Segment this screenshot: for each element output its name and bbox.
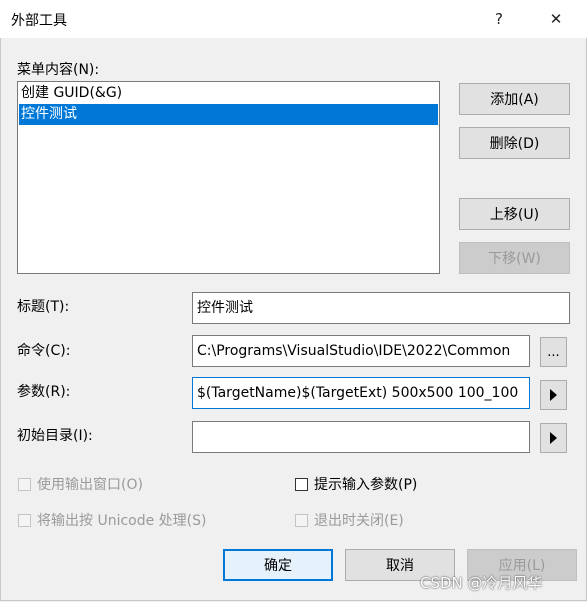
delete-button[interactable]: 删除(D) [459,127,570,159]
checkbox-box [295,513,308,527]
arguments-menu-button[interactable] [540,380,567,410]
arrow-right-icon [550,389,557,401]
command-label: 命令(C): [17,343,71,359]
arrow-right-icon [550,432,557,444]
initial-directory-label: 初始目录(I): [17,428,93,444]
ok-button[interactable]: 确定 [223,549,333,581]
use-output-window-checkbox: 使用输出窗口(O) [18,474,143,494]
help-icon: ? [495,10,503,28]
arguments-label: 参数(R): [17,384,71,400]
prompt-arguments-checkbox[interactable]: 提示输入参数(P) [295,474,417,494]
title-label: 标题(T): [17,299,70,315]
title-field[interactable]: 控件测试 [192,292,570,324]
close-on-exit-checkbox: 退出时关闭(E) [295,510,404,530]
help-button[interactable]: ? [484,6,514,32]
initial-directory-field[interactable] [192,421,530,453]
checkbox-label: 提示输入参数(P) [314,477,418,493]
window-title: 外部工具 [11,13,67,29]
list-item[interactable]: 创建 GUID(&G) [19,83,438,104]
checkbox-box[interactable] [295,477,308,491]
close-icon: ✕ [549,10,563,28]
add-button[interactable]: 添加(A) [459,83,570,115]
initial-directory-menu-button[interactable] [540,423,567,453]
title-bar: 外部工具 ? ✕ [0,0,587,38]
watermark-text: CSDN @冷月风华 [420,574,543,592]
menu-contents-label: 菜单内容(N): [17,62,100,78]
treat-output-unicode-checkbox: 将输出按 Unicode 处理(S) [18,510,206,530]
checkbox-label: 使用输出窗口(O) [37,477,143,493]
checkbox-label: 将输出按 Unicode 处理(S) [37,513,207,529]
browse-button[interactable]: ... [540,337,567,367]
checkbox-box [18,477,31,491]
list-item-selected[interactable]: 控件测试 [19,104,438,125]
menu-contents-list[interactable]: 创建 GUID(&G) 控件测试 [17,81,440,274]
checkbox-box [18,513,31,527]
arguments-field[interactable]: $(TargetName)$(TargetExt) 500x500 100_10… [192,377,530,409]
close-button[interactable]: ✕ [541,6,571,32]
move-down-button: 下移(W) [459,242,570,274]
checkbox-label: 退出时关闭(E) [314,513,404,529]
command-field[interactable]: C:\Programs\VisualStudio\IDE\2022\Common [192,335,530,367]
move-up-button[interactable]: 上移(U) [459,198,570,230]
